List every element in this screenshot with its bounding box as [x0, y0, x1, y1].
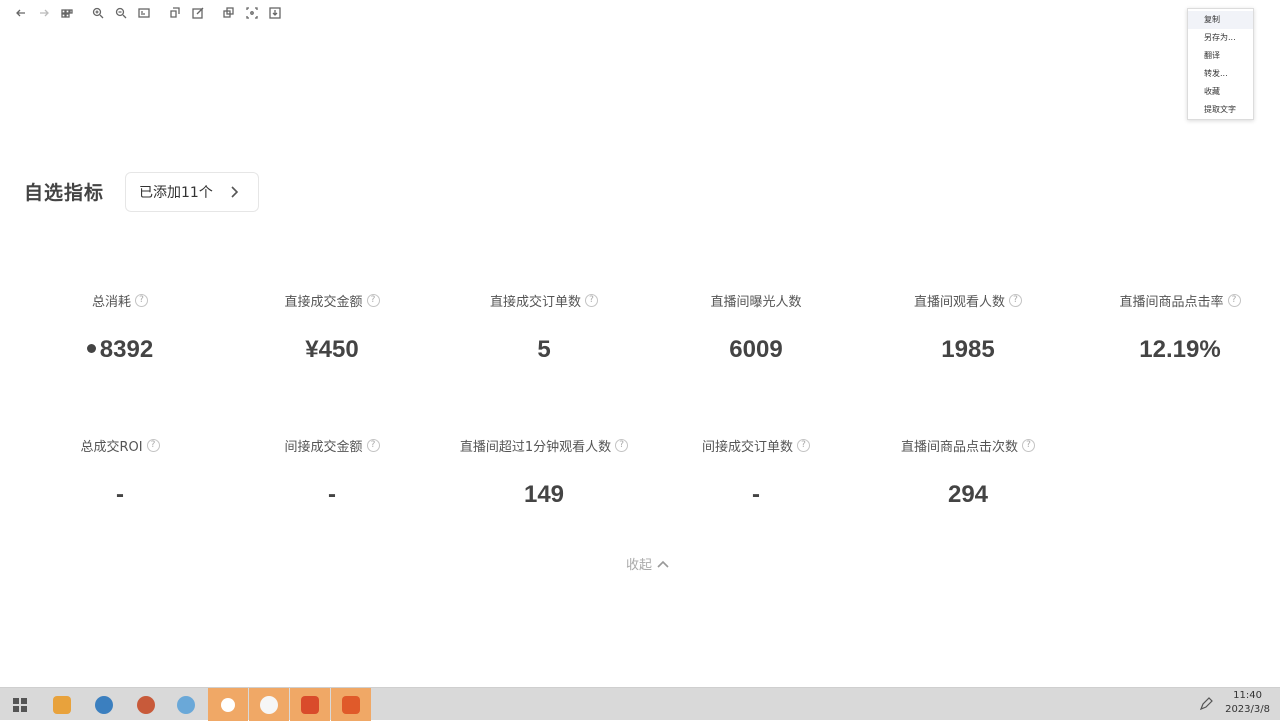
- clock-date: 2023/3/8: [1225, 704, 1270, 715]
- metric-product-clicks: 直播间商品点击次数? 294: [862, 436, 1074, 509]
- context-menu: 复制 另存为... 翻译 转发... 收藏 提取文字: [1187, 8, 1254, 120]
- metric-value: 8392: [99, 336, 154, 363]
- zoom-in-icon[interactable]: [87, 2, 109, 24]
- metric-total-roi: 总成交ROI? -: [14, 436, 226, 509]
- copy-icon[interactable]: [218, 2, 240, 24]
- grid-icon[interactable]: [56, 2, 78, 24]
- metric-value: -: [116, 481, 124, 508]
- forward-icon[interactable]: [33, 2, 55, 24]
- app-icon[interactable]: [126, 688, 166, 721]
- metric-value: 5: [537, 336, 551, 363]
- help-icon[interactable]: ?: [146, 439, 160, 452]
- zoom-out-icon[interactable]: [110, 2, 132, 24]
- metric-direct-gmv: 直接成交金额? ¥450: [226, 291, 438, 364]
- help-icon[interactable]: ?: [1022, 439, 1035, 452]
- app-icon[interactable]: [249, 688, 289, 721]
- metric-indirect-gmv: 间接成交金额? -: [226, 436, 438, 509]
- help-icon[interactable]: ?: [585, 294, 598, 307]
- pen-icon[interactable]: [1198, 696, 1214, 712]
- metric-value: 12.19%: [1139, 336, 1221, 363]
- edge-icon[interactable]: [84, 688, 124, 721]
- edit-icon[interactable]: [187, 2, 209, 24]
- help-icon[interactable]: ?: [1009, 294, 1022, 307]
- metric-total-spend: 总消耗? 8392: [14, 291, 226, 364]
- menu-item-extract-text[interactable]: 提取文字: [1188, 101, 1253, 119]
- menu-item-copy[interactable]: 复制: [1188, 11, 1253, 29]
- windows-icon[interactable]: [0, 688, 40, 721]
- collapse-button[interactable]: 收起: [626, 554, 669, 573]
- metric-viewers-over-1min: 直播间超过1分钟观看人数? 149: [438, 436, 650, 509]
- clock-time: 11:40: [1233, 690, 1262, 701]
- menu-item-forward[interactable]: 转发...: [1188, 65, 1253, 83]
- metric-label: 间接成交金额: [284, 440, 363, 455]
- metric-indirect-orders: 间接成交订单数? -: [650, 436, 862, 509]
- rotate-icon[interactable]: [164, 2, 186, 24]
- added-metrics-label: 已添加11个: [139, 185, 213, 201]
- metric-label: 总成交ROI: [80, 440, 143, 455]
- metric-value: -: [752, 481, 760, 508]
- save-icon[interactable]: [264, 2, 286, 24]
- metric-label: 直播间商品点击率: [1119, 295, 1224, 310]
- menu-item-translate[interactable]: 翻译: [1188, 47, 1253, 65]
- collapse-label: 收起: [626, 558, 653, 573]
- metric-value: 294: [947, 481, 989, 508]
- metric-product-ctr: 直播间商品点击率? 12.19%: [1074, 291, 1280, 364]
- metric-label: 直接成交金额: [284, 295, 363, 310]
- metric-label: 间接成交订单数: [701, 440, 793, 455]
- pdf-icon[interactable]: [331, 688, 371, 721]
- app-icon[interactable]: [208, 688, 248, 721]
- metric-value: 1985: [941, 336, 995, 363]
- metric-value: ¥450: [305, 336, 359, 363]
- crop-icon[interactable]: [241, 2, 263, 24]
- metric-label: 直播间超过1分钟观看人数: [459, 440, 612, 455]
- metric-label: 直接成交订单数: [489, 295, 581, 310]
- menu-item-save-as[interactable]: 另存为...: [1188, 29, 1253, 47]
- chevron-up-icon: [657, 560, 669, 568]
- taskbar: 11:40 2023/3/8: [0, 687, 1280, 721]
- back-icon[interactable]: [10, 2, 32, 24]
- metric-value: 149: [523, 481, 565, 508]
- dot-icon: [86, 344, 96, 354]
- viewer-toolbar: [0, 0, 287, 26]
- help-icon[interactable]: ?: [1227, 294, 1241, 307]
- metric-label: 直播间观看人数: [913, 295, 1005, 310]
- section-title: 自选指标: [24, 182, 105, 204]
- help-icon[interactable]: ?: [797, 439, 810, 452]
- added-metrics-button[interactable]: 已添加11个: [125, 172, 259, 212]
- fit-icon[interactable]: [133, 2, 155, 24]
- metric-live-viewers: 直播间观看人数? 1985: [862, 291, 1074, 364]
- app-icon[interactable]: [166, 688, 206, 721]
- help-icon[interactable]: ?: [366, 439, 380, 452]
- chevron-right-icon: [231, 186, 238, 198]
- system-clock[interactable]: 11:40 2023/3/8: [1225, 689, 1270, 717]
- wps-icon[interactable]: [290, 688, 330, 721]
- metric-label: 总消耗: [91, 295, 131, 310]
- menu-item-favorite[interactable]: 收藏: [1188, 83, 1253, 101]
- metric-live-exposure: 直播间曝光人数 6009: [650, 291, 862, 364]
- help-icon[interactable]: ?: [615, 439, 629, 452]
- help-icon[interactable]: ?: [135, 294, 148, 307]
- metric-direct-orders: 直接成交订单数? 5: [438, 291, 650, 364]
- metric-label: 直播间商品点击次数: [900, 440, 1018, 455]
- metric-value: 6009: [729, 336, 783, 363]
- metric-label: 直播间曝光人数: [710, 295, 802, 310]
- help-icon[interactable]: ?: [366, 294, 380, 307]
- folder-icon[interactable]: [42, 688, 82, 721]
- metric-value: -: [328, 481, 336, 508]
